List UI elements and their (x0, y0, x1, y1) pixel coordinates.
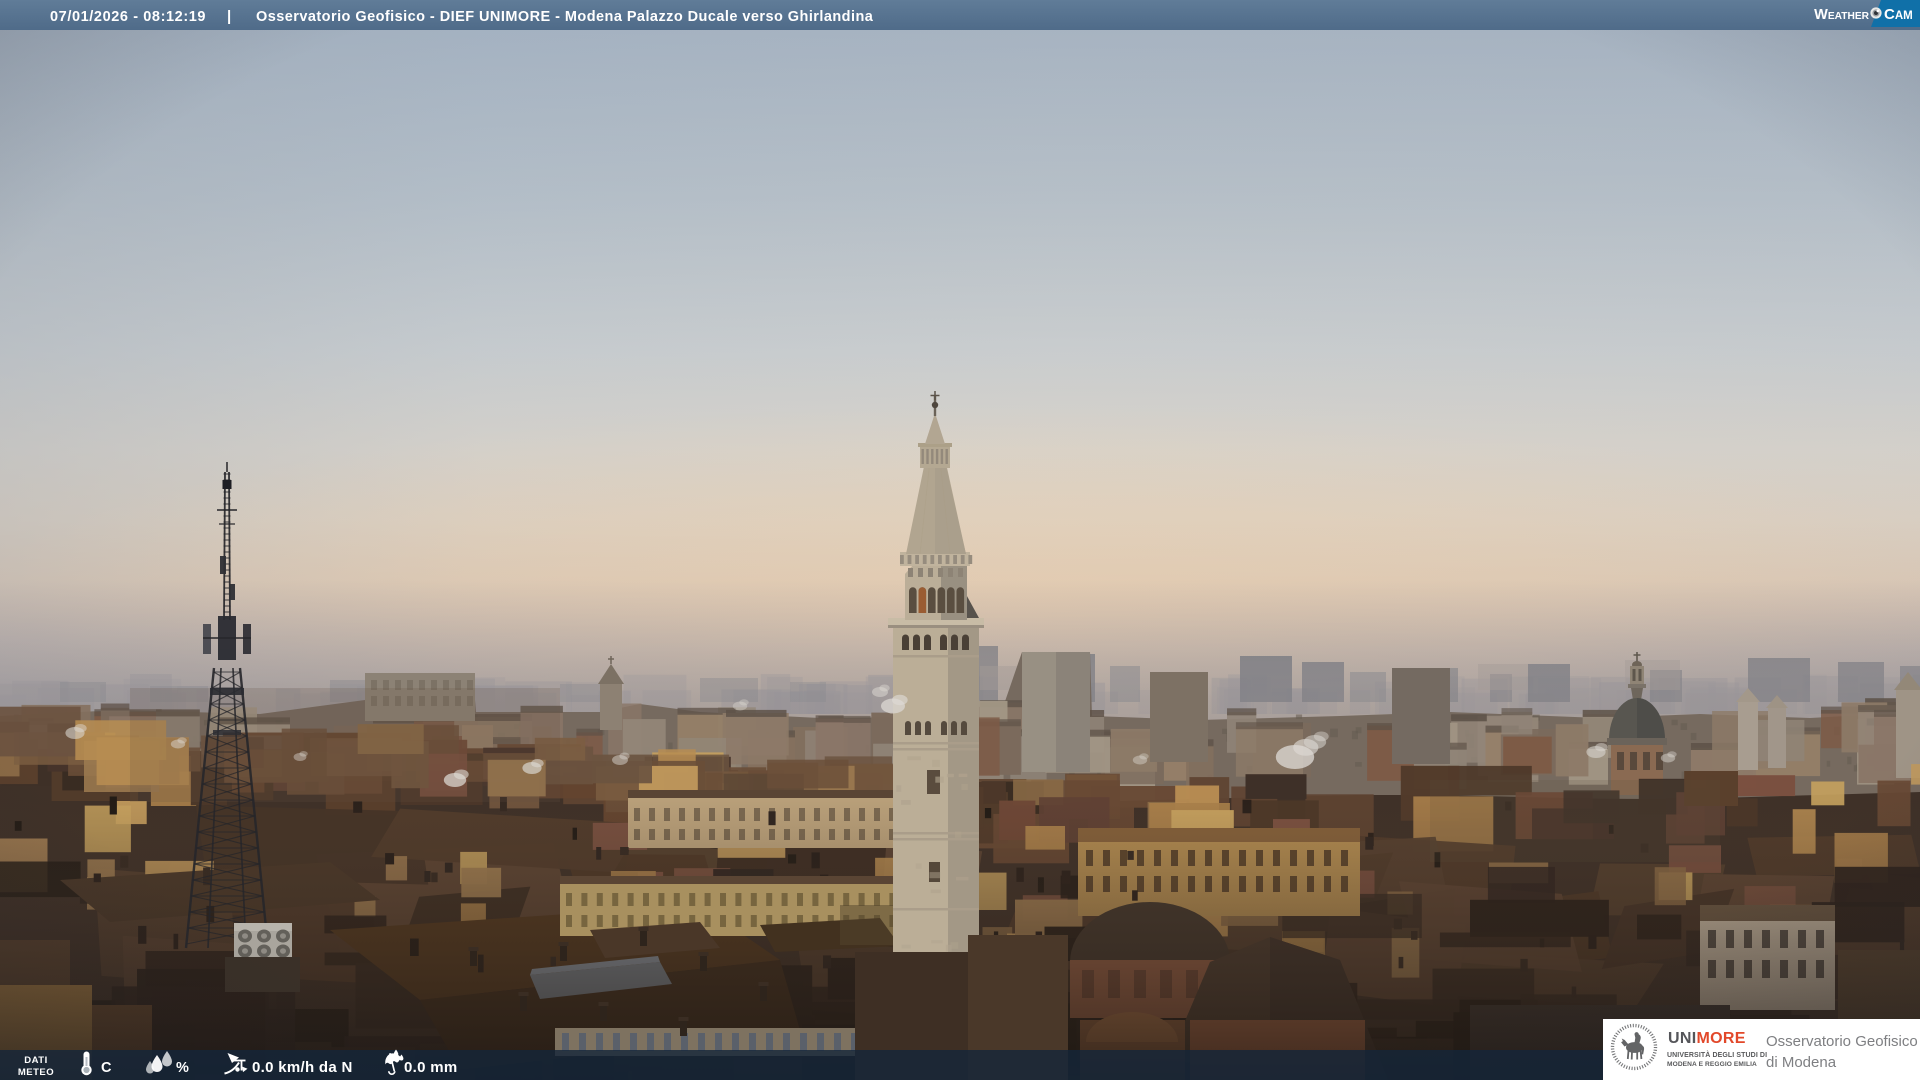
svg-text:di Modena: di Modena (1766, 1054, 1837, 1071)
svg-text:DATI: DATI (24, 1055, 47, 1066)
svg-text:Osservatorio Geofisico - DIEF: Osservatorio Geofisico - DIEF UNIMORE - … (256, 9, 874, 25)
svg-text:0.0 mm: 0.0 mm (404, 1059, 458, 1076)
svg-text:07/01/2026 - 08:12:19: 07/01/2026 - 08:12:19 (50, 9, 206, 25)
svg-text:UNIMORE: UNIMORE (1668, 1030, 1746, 1047)
svg-text:|: | (227, 8, 231, 25)
svg-text:METEO: METEO (18, 1067, 54, 1078)
svg-text:MODENA E REGGIO EMILIA: MODENA E REGGIO EMILIA (1667, 1061, 1757, 1068)
svg-text:0.0 km/h da N: 0.0 km/h da N (252, 1059, 353, 1076)
svg-text:C: C (101, 1060, 112, 1076)
svg-text:Osservatorio Geofisico: Osservatorio Geofisico (1766, 1033, 1918, 1050)
svg-text:UNIVERSITÀ DEGLI STUDI DI: UNIVERSITÀ DEGLI STUDI DI (1667, 1050, 1767, 1059)
svg-text:%: % (176, 1060, 189, 1076)
